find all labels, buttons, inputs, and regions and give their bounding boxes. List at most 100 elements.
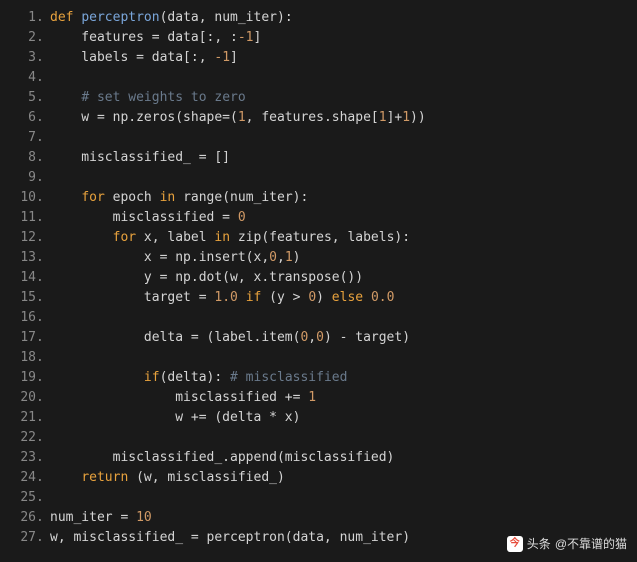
code-line: 10. for epoch in range(num_iter): — [0, 188, 637, 208]
line-separator: . — [36, 288, 46, 308]
line-number: 14 — [10, 268, 36, 288]
code-line: 7. — [0, 128, 637, 148]
code-content: # set weights to zero — [46, 88, 246, 108]
line-separator: . — [36, 148, 46, 168]
line-number: 13 — [10, 248, 36, 268]
code-content: misclassified_ = [] — [46, 148, 230, 168]
line-separator: . — [36, 488, 46, 508]
code-content — [46, 68, 50, 88]
code-line: 12. for x, label in zip(features, labels… — [0, 228, 637, 248]
line-separator: . — [36, 248, 46, 268]
code-line: 20. misclassified += 1 — [0, 388, 637, 408]
code-content — [46, 488, 50, 508]
code-line: 13. x = np.insert(x,0,1) — [0, 248, 637, 268]
line-number: 18 — [10, 348, 36, 368]
line-number: 19 — [10, 368, 36, 388]
line-separator: . — [36, 428, 46, 448]
code-line: 15. target = 1.0 if (y > 0) else 0.0 — [0, 288, 637, 308]
line-number: 25 — [10, 488, 36, 508]
watermark-label: 头条 — [527, 534, 551, 554]
line-number: 24 — [10, 468, 36, 488]
line-separator: . — [36, 508, 46, 528]
code-line: 19. if(delta): # misclassified — [0, 368, 637, 388]
line-separator: . — [36, 528, 46, 548]
code-content: num_iter = 10 — [46, 508, 152, 528]
code-content: y = np.dot(w, x.transpose()) — [46, 268, 363, 288]
code-line: 4. — [0, 68, 637, 88]
line-separator: . — [36, 128, 46, 148]
code-line: 17. delta = (label.item(0,0) - target) — [0, 328, 637, 348]
line-number: 17 — [10, 328, 36, 348]
line-separator: . — [36, 348, 46, 368]
code-line: 8. misclassified_ = [] — [0, 148, 637, 168]
watermark-handle: @不靠谱的猫 — [555, 534, 627, 554]
code-content — [46, 308, 50, 328]
line-separator: . — [36, 108, 46, 128]
code-content: delta = (label.item(0,0) - target) — [46, 328, 410, 348]
line-number: 8 — [10, 148, 36, 168]
line-separator: . — [36, 308, 46, 328]
line-number: 10 — [10, 188, 36, 208]
line-separator: . — [36, 268, 46, 288]
line-separator: . — [36, 68, 46, 88]
code-content: labels = data[:, -1] — [46, 48, 238, 68]
code-content: for epoch in range(num_iter): — [46, 188, 308, 208]
line-separator: . — [36, 228, 46, 248]
watermark-icon: 今 — [507, 536, 523, 552]
line-separator: . — [36, 28, 46, 48]
line-number: 2 — [10, 28, 36, 48]
code-content: w += (delta * x) — [46, 408, 300, 428]
code-content: w, misclassified_ = perceptron(data, num… — [46, 528, 410, 548]
line-number: 11 — [10, 208, 36, 228]
line-separator: . — [36, 388, 46, 408]
code-line: 23. misclassified_.append(misclassified) — [0, 448, 637, 468]
line-number: 7 — [10, 128, 36, 148]
code-line: 2. features = data[:, :-1] — [0, 28, 637, 48]
code-line: 25. — [0, 488, 637, 508]
code-line: 6. w = np.zeros(shape=(1, features.shape… — [0, 108, 637, 128]
line-number: 1 — [10, 8, 36, 28]
line-number: 15 — [10, 288, 36, 308]
code-content: misclassified_.append(misclassified) — [46, 448, 394, 468]
line-separator: . — [36, 328, 46, 348]
line-separator: . — [36, 48, 46, 68]
line-number: 9 — [10, 168, 36, 188]
code-content: misclassified += 1 — [46, 388, 316, 408]
code-line: 11. misclassified = 0 — [0, 208, 637, 228]
code-content: misclassified = 0 — [46, 208, 246, 228]
code-line: 1.def perceptron(data, num_iter): — [0, 8, 637, 28]
code-line: 22. — [0, 428, 637, 448]
code-content — [46, 428, 50, 448]
line-number: 12 — [10, 228, 36, 248]
code-content: features = data[:, :-1] — [46, 28, 261, 48]
watermark: 今 头条 @不靠谱的猫 — [507, 534, 627, 554]
line-separator: . — [36, 448, 46, 468]
code-content: for x, label in zip(features, labels): — [46, 228, 410, 248]
code-content: w = np.zeros(shape=(1, features.shape[1]… — [46, 108, 426, 128]
line-number: 16 — [10, 308, 36, 328]
code-line: 16. — [0, 308, 637, 328]
code-line: 9. — [0, 168, 637, 188]
line-number: 4 — [10, 68, 36, 88]
code-line: 26.num_iter = 10 — [0, 508, 637, 528]
code-line: 5. # set weights to zero — [0, 88, 637, 108]
line-separator: . — [36, 88, 46, 108]
line-separator: . — [36, 368, 46, 388]
line-number: 5 — [10, 88, 36, 108]
code-content: return (w, misclassified_) — [46, 468, 285, 488]
code-content — [46, 348, 50, 368]
line-separator: . — [36, 168, 46, 188]
line-number: 20 — [10, 388, 36, 408]
code-content: x = np.insert(x,0,1) — [46, 248, 300, 268]
code-line: 21. w += (delta * x) — [0, 408, 637, 428]
code-line: 24. return (w, misclassified_) — [0, 468, 637, 488]
code-content: def perceptron(data, num_iter): — [46, 8, 293, 28]
line-number: 23 — [10, 448, 36, 468]
line-separator: . — [36, 468, 46, 488]
line-number: 22 — [10, 428, 36, 448]
code-content — [46, 128, 50, 148]
line-separator: . — [36, 208, 46, 228]
code-line: 3. labels = data[:, -1] — [0, 48, 637, 68]
line-separator: . — [36, 188, 46, 208]
line-number: 6 — [10, 108, 36, 128]
